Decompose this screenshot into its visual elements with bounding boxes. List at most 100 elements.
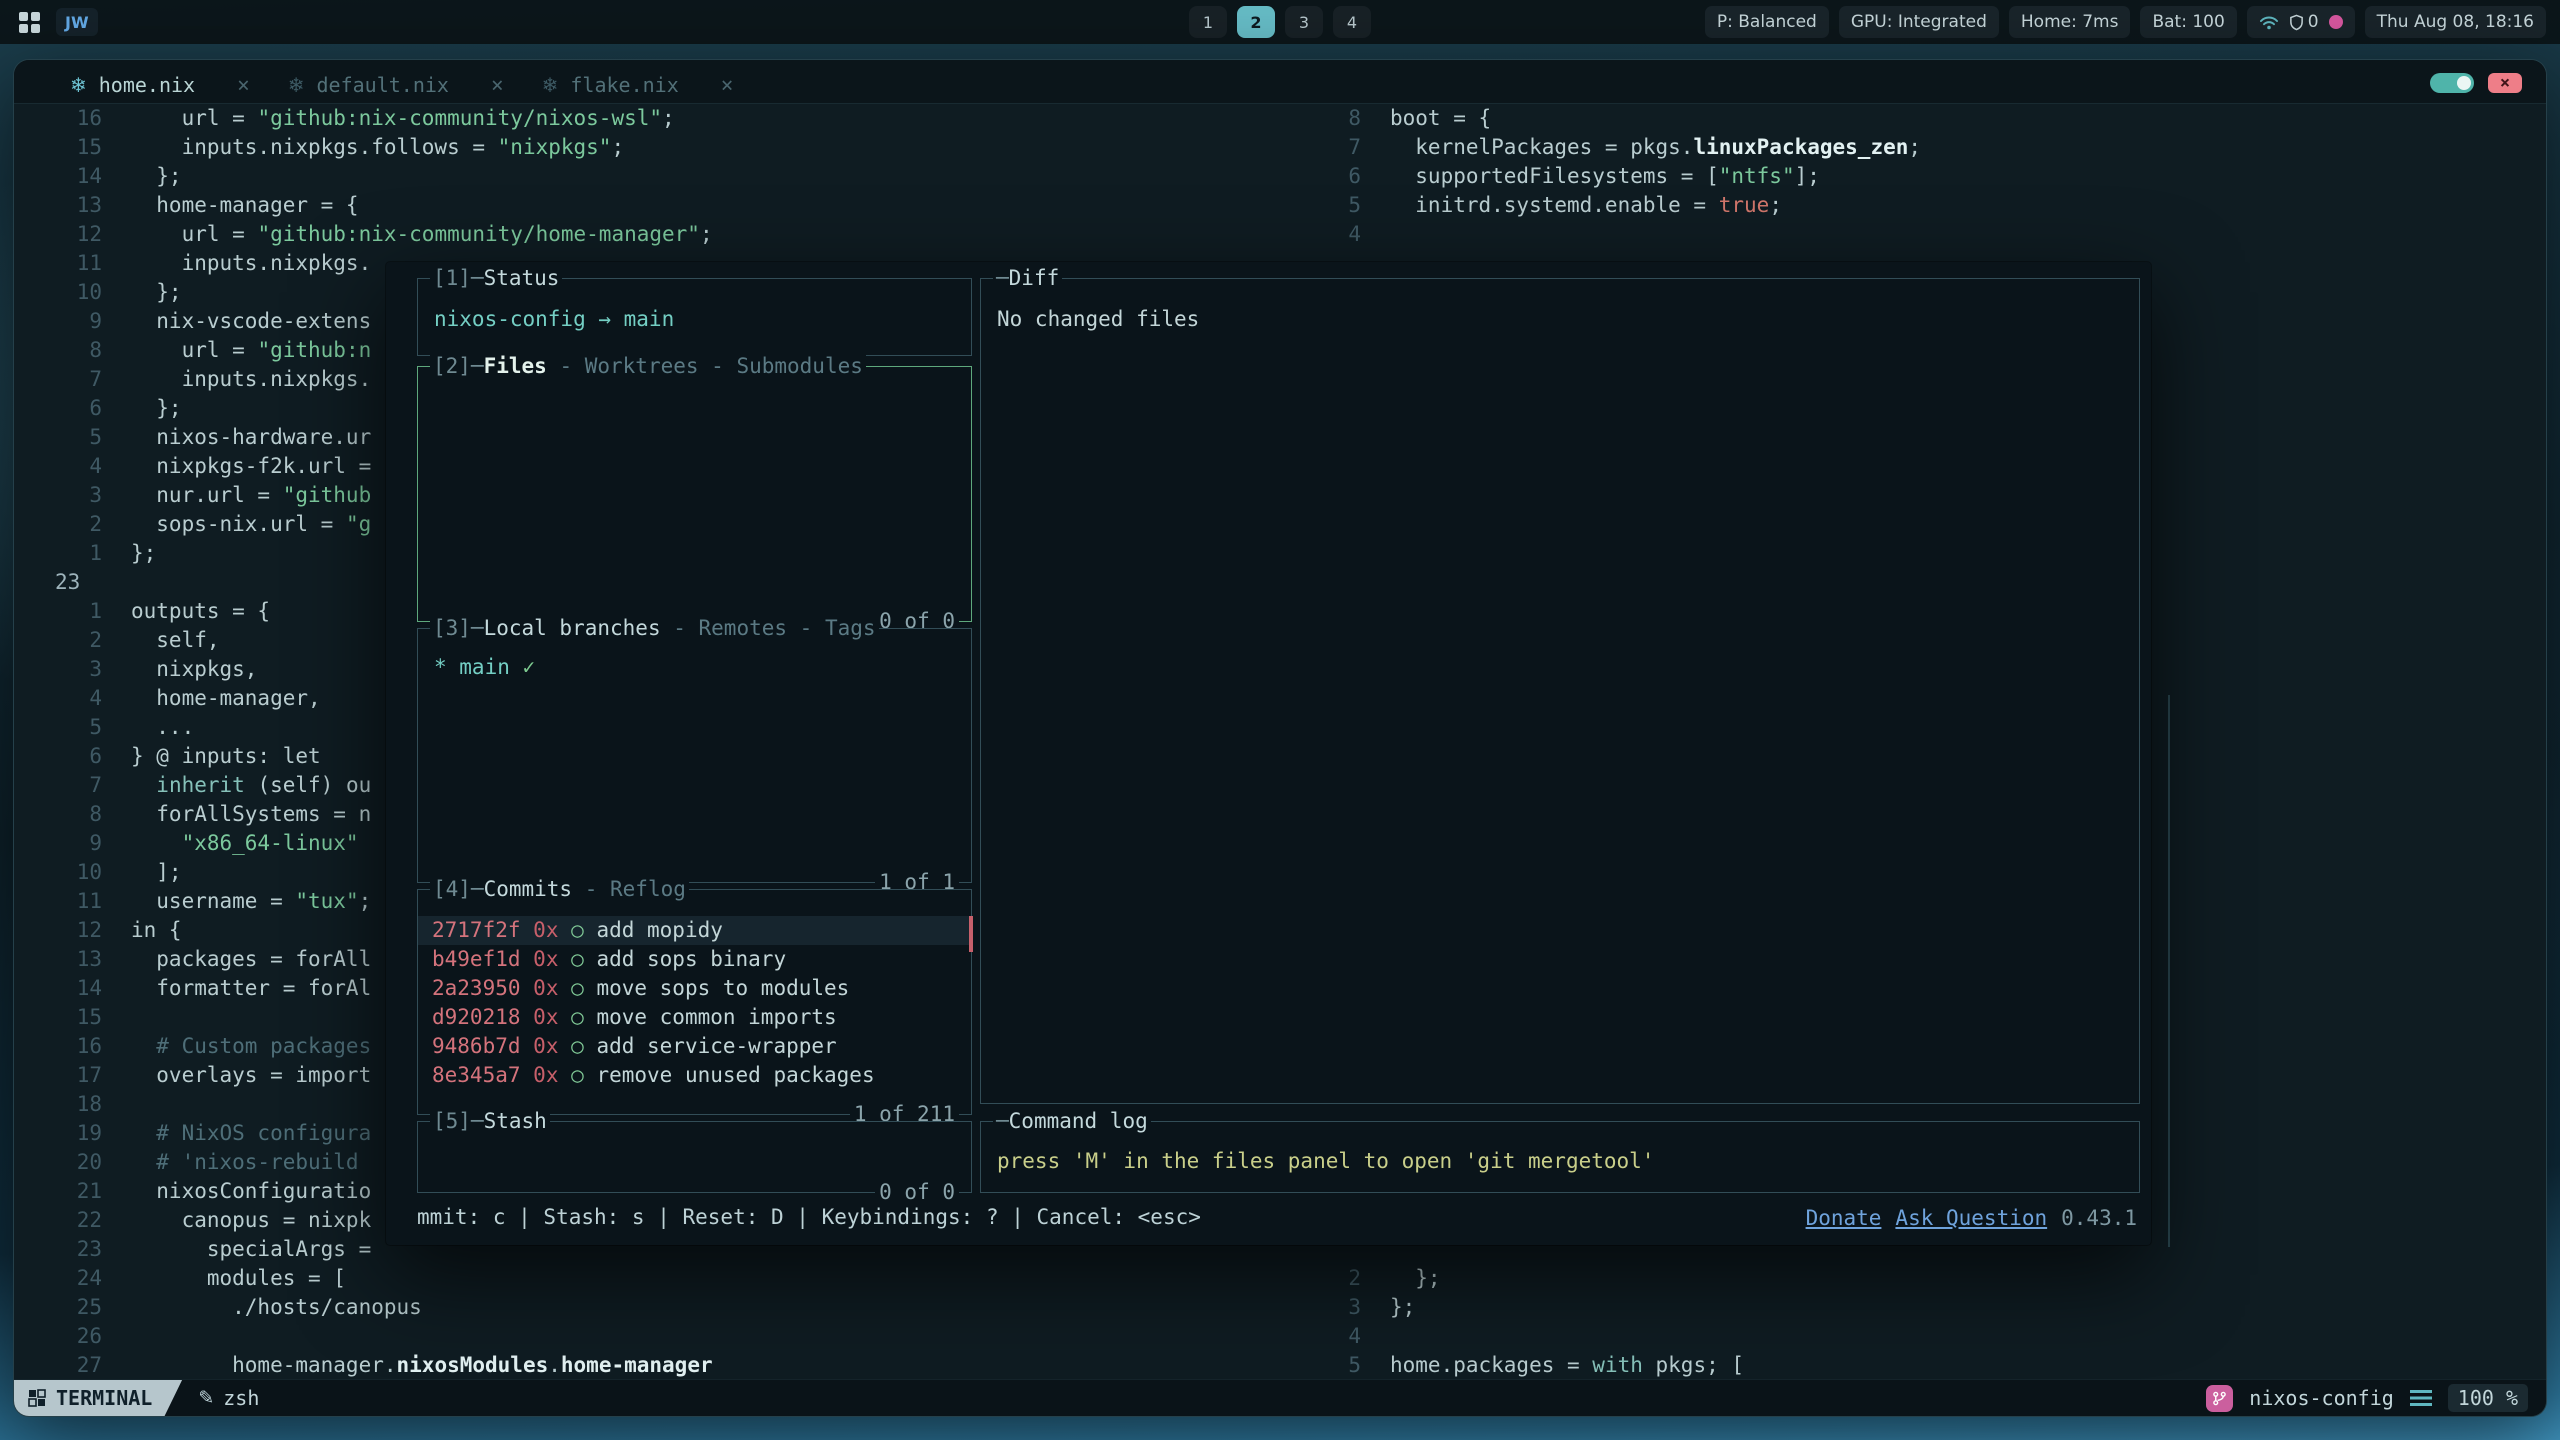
commit-list: 2717f2f 0x ○ add mopidyb49ef1d 0x ○ add … <box>418 890 971 1090</box>
status-bar: TERMINAL ✎ zsh nixos-config 100 % <box>14 1379 2546 1416</box>
pane-scrollbar[interactable] <box>2168 695 2170 1247</box>
code-text: formatter = forAl <box>131 974 371 1003</box>
workspace-4[interactable]: 4 <box>1333 6 1371 38</box>
code-line: 4 <box>1273 220 1921 249</box>
code-text: "x86_64-linux" <box>131 829 359 858</box>
line-number: 15 <box>14 133 102 162</box>
session-name[interactable]: nixos-config <box>2249 1386 2394 1410</box>
tab-close-icon[interactable]: × <box>237 73 250 97</box>
shell-label: zsh <box>223 1386 259 1410</box>
line-number: 7 <box>14 365 102 394</box>
line-number: 8 <box>14 336 102 365</box>
commit-row[interactable]: 2717f2f 0x ○ add mopidy <box>418 916 971 945</box>
logo-badge[interactable]: JW <box>56 8 98 36</box>
line-number: 26 <box>14 1322 102 1351</box>
line-number: 2 <box>1273 1264 1361 1293</box>
code-line: 2 }; <box>1273 1264 1744 1293</box>
code-text: url = "github:nix-community/home-manager… <box>131 220 713 249</box>
line-number: 3 <box>14 481 102 510</box>
app-launcher-icon[interactable] <box>14 7 44 37</box>
code-text: # NixOS configura <box>131 1119 371 1148</box>
code-text: }; <box>1390 1264 1441 1293</box>
commit-row[interactable]: 2a23950 0x ○ move sops to modules <box>418 974 971 1003</box>
stat-badge: GPU: Integrated <box>1839 6 1999 38</box>
line-number: 3 <box>14 655 102 684</box>
stat-badge: P: Balanced <box>1705 6 1829 38</box>
commit-row[interactable]: 9486b7d 0x ○ add service-wrapper <box>418 1032 971 1061</box>
top-status-bar: JW 1234 P: BalancedGPU: IntegratedHome: … <box>0 0 2560 44</box>
lazygit-branches-panel[interactable]: [3]─Local branches - Remotes - Tags * ma… <box>417 628 972 883</box>
code-line: 14 }; <box>14 162 713 191</box>
commit-row[interactable]: d920218 0x ○ move common imports <box>418 1003 971 1032</box>
shield-count: 0 <box>2308 12 2319 32</box>
code-text: home-manager, <box>131 684 321 713</box>
code-text: } @ inputs: let <box>131 742 321 771</box>
donate-link[interactable]: Donate <box>1806 1206 1882 1230</box>
line-number: 14 <box>14 974 102 1003</box>
clock[interactable]: Thu Aug 08, 18:16 <box>2365 6 2546 38</box>
tray-icons[interactable]: 0 <box>2247 6 2355 38</box>
code-line: 26 <box>14 1322 713 1351</box>
panel-title: ─Diff <box>993 265 1062 292</box>
tab-label: home.nix <box>99 73 195 97</box>
panel-title: [2]─Files - Worktrees - Submodules <box>430 353 866 380</box>
lazygit-commits-panel[interactable]: [4]─Commits - Reflog 2717f2f 0x ○ add mo… <box>417 889 972 1115</box>
line-number: 11 <box>14 249 102 278</box>
toggle-switch[interactable] <box>2430 73 2474 93</box>
code-text: ... <box>131 713 194 742</box>
lazygit-status-panel[interactable]: [1]─Status nixos-config → main <box>417 278 972 356</box>
tab-default.nix[interactable]: ❄ default.nix × <box>288 73 504 97</box>
code-line: 15 inputs.nixpkgs.follows = "nixpkgs"; <box>14 133 713 162</box>
tab-close-icon[interactable]: × <box>721 73 734 97</box>
code-text: nixpkgs, <box>131 655 257 684</box>
ask-question-link[interactable]: Ask Question <box>1895 1206 2047 1230</box>
window-close-button[interactable]: × <box>2488 73 2522 93</box>
nix-snowflake-icon: ❄ <box>542 73 559 97</box>
code-text: specialArgs = <box>131 1235 371 1264</box>
code-text: nix-vscode-extens <box>131 307 371 336</box>
code-text: forAllSystems = n <box>131 800 371 829</box>
line-number: 10 <box>14 858 102 887</box>
commit-row[interactable]: 8e345a7 0x ○ remove unused packages <box>418 1061 971 1090</box>
code-text: url = "github:nix-community/nixos-wsl"; <box>131 104 675 133</box>
editor-pane-right[interactable]: 8boot = {7 kernelPackages = pkgs.linuxPa… <box>1273 104 1921 249</box>
line-number: 18 <box>14 1090 102 1119</box>
line-number: 2 <box>14 510 102 539</box>
commit-row[interactable]: b49ef1d 0x ○ add sops binary <box>418 945 971 974</box>
workspace-1[interactable]: 1 <box>1189 6 1227 38</box>
shell-tab[interactable]: ✎ zsh <box>198 1386 259 1410</box>
code-text: packages = forAll <box>131 945 371 974</box>
line-number: 6 <box>1273 162 1361 191</box>
lazygit-files-panel[interactable]: [2]─Files - Worktrees - Submodules 0 of … <box>417 366 972 622</box>
editor-pane-right-bottom[interactable]: 2 };3};45home.packages = with pkgs; [ <box>1273 1264 1744 1380</box>
nix-snowflake-icon: ❄ <box>288 73 305 97</box>
tab-label: flake.nix <box>570 73 678 97</box>
tab-label: default.nix <box>317 73 449 97</box>
line-number: 13 <box>14 191 102 220</box>
lazygit-command-log-panel[interactable]: ─Command log press 'M' in the files pane… <box>980 1121 2140 1193</box>
panel-title: [5]─Stash <box>430 1108 550 1135</box>
tab-close-icon[interactable]: × <box>491 73 504 97</box>
commits-scrollbar[interactable] <box>969 916 973 952</box>
code-line: 5home.packages = with pkgs; [ <box>1273 1351 1744 1380</box>
code-text: url = "github:n <box>131 336 371 365</box>
workspace-2[interactable]: 2 <box>1237 6 1275 38</box>
line-number: 12 <box>14 916 102 945</box>
code-text: nixosConfiguratio <box>131 1177 371 1206</box>
stat-badge: Bat: 100 <box>2140 6 2236 38</box>
workspace-3[interactable]: 3 <box>1285 6 1323 38</box>
shell-icon: ✎ <box>198 1387 214 1409</box>
line-number: 12 <box>14 220 102 249</box>
tab-home.nix[interactable]: ❄home.nix× <box>70 73 250 97</box>
git-repo-icon <box>2206 1385 2233 1412</box>
line-number: 20 <box>14 1148 102 1177</box>
editor-area[interactable]: 16 url = "github:nix-community/nixos-wsl… <box>14 104 2546 1379</box>
lazygit-stash-panel[interactable]: [5]─Stash 0 of 0 <box>417 1121 972 1193</box>
lazygit-diff-panel[interactable]: ─Diff No changed files <box>980 278 2140 1104</box>
menu-icon[interactable] <box>2410 1390 2432 1406</box>
line-number: 7 <box>1273 133 1361 162</box>
line-number: 5 <box>1273 1351 1361 1380</box>
line-number: 13 <box>14 945 102 974</box>
code-text: inputs.nixpkgs.follows = "nixpkgs"; <box>131 133 624 162</box>
tab-flake.nix[interactable]: ❄ flake.nix × <box>542 73 734 97</box>
